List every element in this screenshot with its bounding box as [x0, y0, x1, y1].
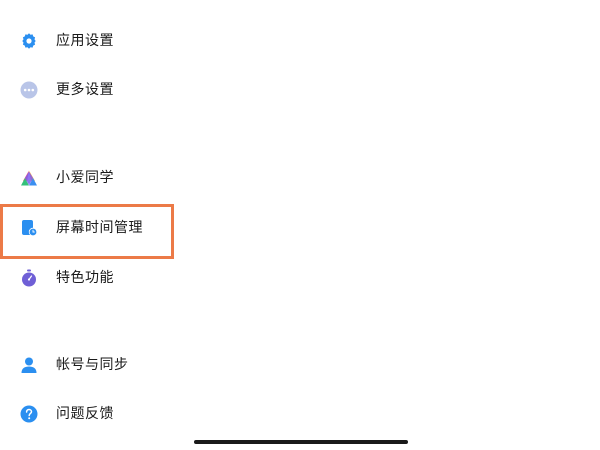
home-indicator[interactable] [194, 440, 408, 444]
menu-item-label: 帐号与同步 [56, 357, 129, 373]
xiaoai-icon [20, 169, 38, 187]
menu-item-label: 更多设置 [56, 82, 114, 98]
menu-item-more-settings[interactable]: 更多设置 [0, 70, 600, 110]
more-dots-icon [20, 81, 38, 99]
menu-item-account-sync[interactable]: 帐号与同步 [0, 345, 600, 385]
menu-item-label: 应用设置 [56, 33, 114, 49]
menu-item-screen-time[interactable]: 屏幕时间管理 [0, 208, 600, 248]
menu-item-xiaoai[interactable]: 小爱同学 [0, 158, 600, 198]
menu-item-label: 特色功能 [56, 270, 114, 286]
menu-item-label: 问题反馈 [56, 406, 114, 422]
menu-item-features[interactable]: 特色功能 [0, 258, 600, 298]
gear-icon [20, 32, 38, 50]
stopwatch-icon [20, 269, 38, 287]
menu-item-label: 小爱同学 [56, 170, 114, 186]
user-icon [20, 356, 38, 374]
menu-item-app-settings[interactable]: 应用设置 [0, 21, 600, 61]
menu-item-label: 屏幕时间管理 [56, 220, 143, 236]
menu-item-feedback[interactable]: 问题反馈 [0, 394, 600, 434]
question-icon [20, 405, 38, 423]
screen-time-icon [20, 219, 38, 237]
